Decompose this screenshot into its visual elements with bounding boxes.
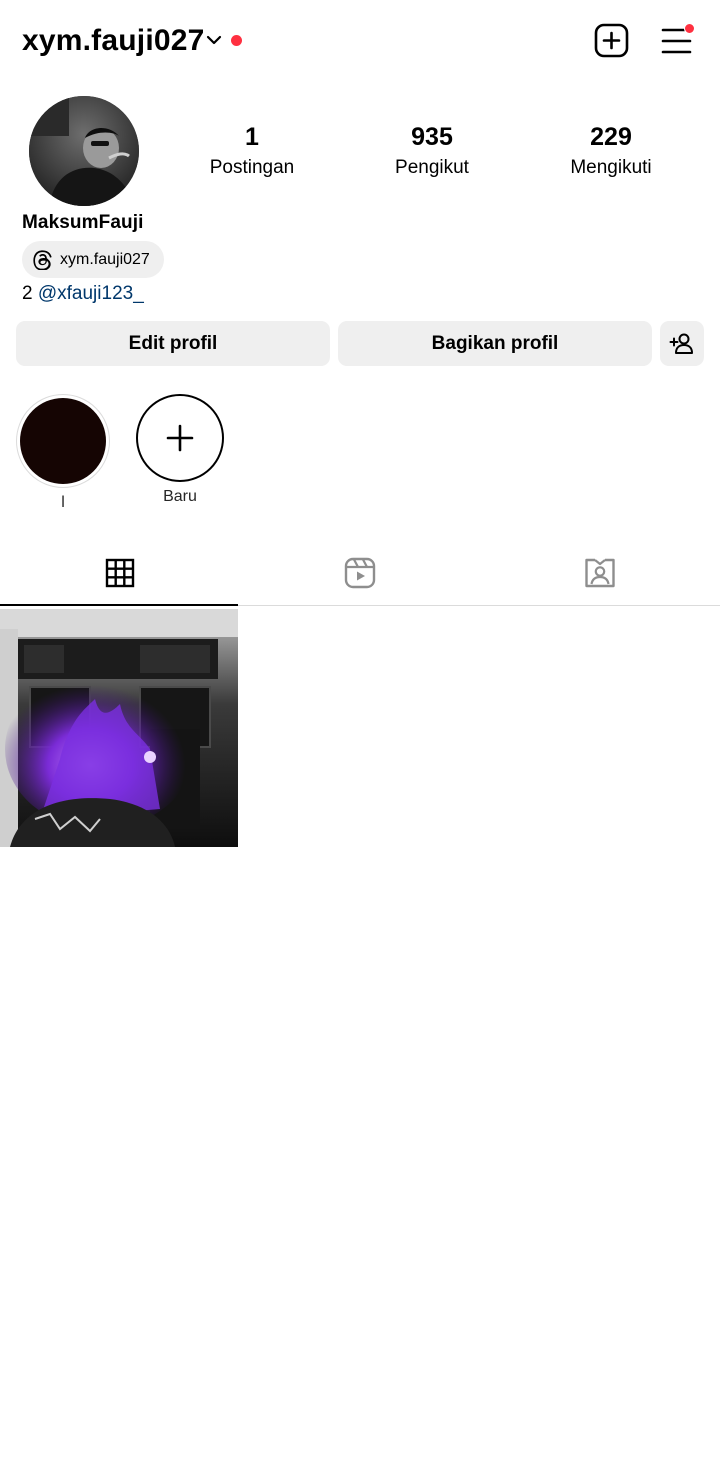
highlight-label: l — [61, 494, 65, 511]
avatar-photo — [29, 96, 139, 206]
chevron-down-icon[interactable] — [205, 31, 223, 49]
tab-posts-grid[interactable] — [0, 540, 240, 606]
tab-reels[interactable] — [240, 540, 480, 606]
new-highlight-circle — [136, 394, 224, 482]
reels-icon — [344, 557, 376, 589]
tagged-icon — [585, 558, 615, 588]
post-image — [0, 609, 238, 847]
followers-count: 935 — [411, 123, 453, 151]
share-profile-button[interactable]: Bagikan profil — [338, 321, 652, 366]
account-username[interactable]: xym.fauji027 — [22, 22, 205, 60]
stat-following[interactable]: 229 Mengikuti — [531, 120, 691, 181]
discover-people-button[interactable] — [660, 321, 704, 366]
top-bar: xym.fauji027 — [0, 0, 720, 82]
story-highlight[interactable]: l — [16, 394, 110, 514]
posts-count: 1 — [245, 123, 259, 151]
bio-prefix: 2 — [22, 283, 33, 304]
plus-icon — [166, 424, 194, 452]
stat-followers[interactable]: 935 Pengikut — [352, 120, 512, 181]
stat-posts[interactable]: 1 Postingan — [172, 120, 332, 181]
posts-label: Postingan — [209, 157, 295, 178]
new-highlight-button[interactable]: Baru — [133, 394, 227, 508]
bio-mention-link[interactable]: @xfauji123_ — [38, 283, 144, 304]
highlight-ring — [16, 394, 110, 488]
following-label: Mengikuti — [570, 157, 652, 178]
profile-avatar[interactable] — [29, 96, 139, 206]
display-name: MaksumFauji — [22, 212, 144, 233]
new-post-icon[interactable] — [594, 23, 629, 58]
edit-profile-button[interactable]: Edit profil — [16, 321, 330, 366]
add-person-icon — [669, 333, 693, 354]
notification-dot — [231, 35, 242, 46]
new-highlight-label: Baru — [163, 488, 197, 505]
threads-badge[interactable]: xym.fauji027 — [22, 241, 164, 278]
profile-tabs — [0, 540, 720, 606]
post-thumbnail[interactable] — [0, 609, 238, 847]
highlight-cover — [20, 398, 106, 484]
bio-line: 2 @xfauji123_ — [22, 281, 144, 307]
threads-handle: xym.fauji027 — [60, 250, 150, 268]
followers-label: Pengikut — [395, 157, 469, 178]
threads-icon — [33, 249, 52, 270]
grid-icon — [105, 558, 135, 588]
following-count: 229 — [590, 123, 632, 151]
menu-notification-dot — [684, 23, 695, 34]
active-tab-indicator — [0, 604, 238, 606]
tab-tagged[interactable] — [480, 540, 720, 606]
